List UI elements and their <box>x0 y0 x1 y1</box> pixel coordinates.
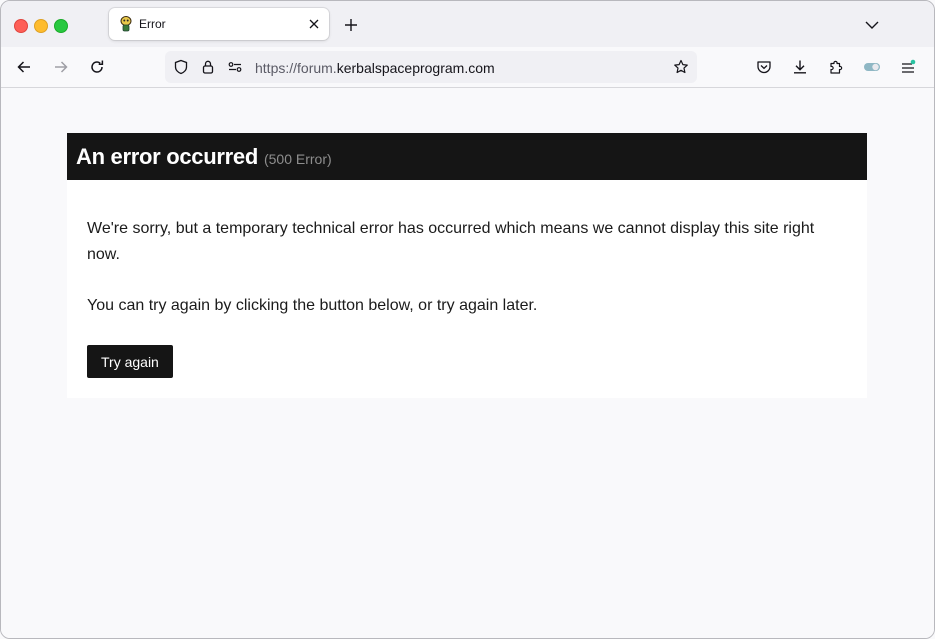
error-body: We're sorry, but a temporary technical e… <box>67 180 867 398</box>
error-title: An error occurred <box>76 143 258 169</box>
navigation-toolbar: https://forum.kerbalspaceprogram.com <box>1 47 934 88</box>
tab-error[interactable]: Error <box>109 8 329 40</box>
url-domain: kerbalspaceprogram.com <box>336 60 495 76</box>
error-message: We're sorry, but a temporary technical e… <box>87 220 815 263</box>
error-code: (500 Error) <box>263 151 332 167</box>
star-icon[interactable] <box>673 59 689 75</box>
close-window-button[interactable] <box>14 19 28 33</box>
error-header: An error occurred (500 Error) <box>67 133 867 180</box>
shield-icon[interactable] <box>173 59 189 75</box>
browser-window: Error https://forum.kerbalspaceprogram.c… <box>0 0 935 639</box>
kerbal-favicon-icon <box>119 16 133 32</box>
download-icon[interactable] <box>792 59 808 75</box>
arrow-left-icon[interactable] <box>16 59 32 75</box>
url-prefix: https://forum. <box>255 60 337 76</box>
retry-instructions: You can try again by clicking the button… <box>87 297 538 314</box>
url-text: https://forum.kerbalspaceprogram.com <box>255 60 495 76</box>
tab-title: Error <box>139 17 166 31</box>
lock-icon[interactable] <box>200 59 216 75</box>
tab-strip: Error <box>1 1 934 47</box>
close-tab-icon[interactable] <box>307 17 321 31</box>
hamburger-menu-icon[interactable] <box>900 59 916 75</box>
permissions-icon[interactable] <box>227 59 243 75</box>
chevron-down-icon[interactable] <box>864 17 880 33</box>
minimize-window-button[interactable] <box>34 19 48 33</box>
new-tab-icon[interactable] <box>343 17 359 33</box>
url-bar[interactable]: https://forum.kerbalspaceprogram.com <box>165 51 697 83</box>
reload-icon[interactable] <box>89 59 105 75</box>
toggle-icon[interactable] <box>863 59 881 75</box>
zoom-window-button[interactable] <box>54 19 68 33</box>
pocket-icon[interactable] <box>756 59 772 75</box>
puzzle-icon[interactable] <box>828 59 844 75</box>
try-again-button[interactable]: Try again <box>87 345 173 378</box>
page-content: An error occurred (500 Error) We're sorr… <box>1 88 934 638</box>
arrow-right-icon[interactable] <box>53 59 69 75</box>
error-panel: An error occurred (500 Error) We're sorr… <box>67 133 867 398</box>
